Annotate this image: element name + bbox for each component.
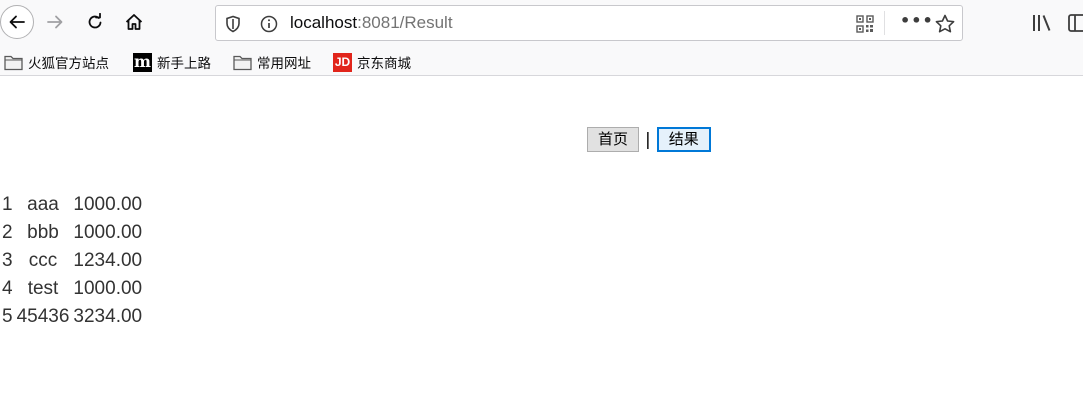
reload-button[interactable] (78, 5, 112, 39)
bookmark-getting-started[interactable]: m 新手上路 (133, 52, 211, 72)
row-name: aaa (27, 194, 59, 215)
library-icon[interactable] (1031, 13, 1053, 33)
folder-icon (4, 55, 23, 70)
sidebar-icon[interactable] (1068, 13, 1083, 33)
bookmark-common-sites[interactable]: 常用网址 (233, 52, 311, 72)
row-id: 4 (2, 278, 13, 299)
row-id: 2 (2, 222, 13, 243)
table-row: 2 bbb 1000.00 (0, 219, 144, 247)
page-actions-icon[interactable]: ••• (900, 11, 934, 30)
qr-code-icon[interactable] (856, 15, 874, 33)
forward-arrow-icon (47, 15, 63, 29)
result-table: 1 aaa 1000.00 2 bbb 1000.00 3 ccc 1234.00 4 tes… (0, 191, 144, 331)
back-arrow-icon (9, 15, 25, 29)
home-icon (125, 14, 143, 30)
browser-toolbar: localhost:8081/Result ••• (0, 0, 1083, 46)
address-bar[interactable]: localhost:8081/Result ••• (215, 5, 963, 41)
row-id: 1 (2, 194, 13, 215)
info-icon[interactable] (260, 15, 278, 33)
bookmarks-bar: 火狐官方站点 m 新手上路 常用网址 JD 京东商城 (0, 46, 1083, 76)
bookmark-label: 常用网址 (257, 56, 311, 72)
folder-icon (233, 55, 252, 70)
row-id: 3 (2, 250, 13, 271)
row-name: bbb (27, 222, 59, 243)
star-icon[interactable] (934, 13, 956, 35)
url-host: localhost (290, 13, 358, 32)
row-amount: 1234.00 (73, 250, 143, 271)
url-text[interactable]: localhost:8081/Result (290, 13, 453, 33)
forward-button[interactable] (38, 5, 72, 39)
row-amount: 1000.00 (73, 194, 143, 215)
home-page-button[interactable]: 首页 (587, 127, 640, 152)
row-amount: 1000.00 (73, 222, 143, 243)
bookmark-firefox-official[interactable]: 火狐官方站点 (4, 52, 109, 72)
shield-icon[interactable] (224, 15, 242, 33)
table-row: 5 45436 3234.00 (0, 303, 144, 331)
row-name: test (27, 278, 59, 299)
nav-separator: | (645, 129, 651, 150)
row-amount: 3234.00 (73, 306, 143, 327)
row-name: ccc (28, 250, 58, 271)
bookmark-label: 新手上路 (157, 56, 211, 72)
bookmark-label: 京东商城 (357, 56, 411, 72)
reload-icon (88, 13, 102, 29)
urlbar-separator (884, 11, 885, 35)
m-logo-icon: m (133, 51, 152, 72)
table-row: 4 test 1000.00 (0, 275, 144, 303)
result-page-button[interactable]: 结果 (656, 127, 711, 152)
page-nav: 首页 | 结果 (587, 127, 711, 152)
bookmark-label: 火狐官方站点 (28, 56, 109, 72)
table-row: 3 ccc 1234.00 (0, 247, 144, 275)
bookmark-jd-mall[interactable]: JD 京东商城 (333, 52, 411, 72)
home-button[interactable] (117, 5, 151, 39)
url-path: :8081/Result (357, 13, 453, 32)
row-id: 5 (2, 306, 13, 327)
back-button[interactable] (0, 5, 34, 39)
jd-logo-icon: JD (333, 52, 352, 72)
table-row: 1 aaa 1000.00 (0, 191, 144, 219)
row-amount: 1000.00 (73, 278, 143, 299)
row-name: 45436 (16, 306, 70, 327)
